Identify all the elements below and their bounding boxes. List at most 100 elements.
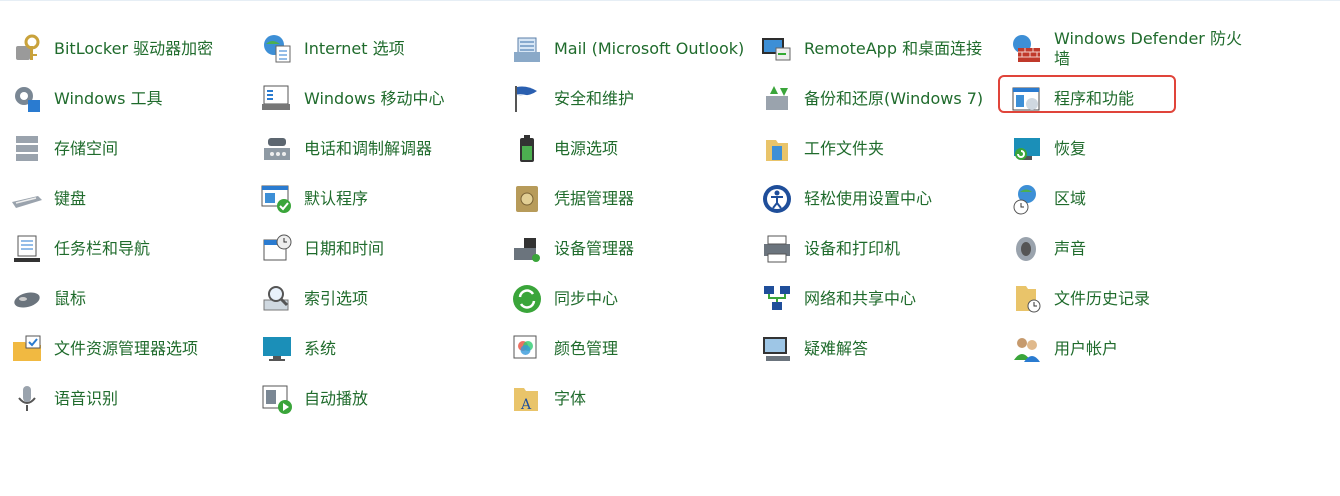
cp-item-label[interactable]: 默认程序 — [304, 189, 368, 209]
windows-tools-icon — [8, 80, 46, 118]
fonts-icon: A — [508, 380, 546, 418]
users-icon — [1008, 330, 1046, 368]
cp-item-label[interactable]: 网络和共享中心 — [804, 289, 916, 309]
cp-item-label[interactable]: 文件历史记录 — [1054, 289, 1150, 309]
cp-item-label[interactable]: 任务栏和导航 — [54, 239, 150, 259]
region-globe-icon — [1008, 180, 1046, 218]
cp-item-autoplay[interactable]: 自动播放 — [258, 374, 508, 424]
cp-item-mouse[interactable]: 鼠标 — [8, 274, 258, 324]
taskbar-icon — [8, 230, 46, 268]
cp-item-windows-tools[interactable]: Windows 工具 — [8, 74, 258, 124]
cp-item-system[interactable]: 系统 — [258, 324, 508, 374]
cp-item-label[interactable]: 字体 — [554, 389, 586, 409]
cp-item-label[interactable]: 备份和还原(Windows 7) — [804, 89, 983, 109]
cp-item-label[interactable]: 电话和调制解调器 — [304, 139, 432, 159]
top-border — [0, 0, 1340, 1]
cp-item-file-history[interactable]: 文件历史记录 — [1008, 274, 1268, 324]
cp-item-label[interactable]: 轻松使用设置中心 — [804, 189, 932, 209]
cp-item-label[interactable]: Windows 工具 — [54, 89, 163, 109]
mouse-icon — [8, 280, 46, 318]
ease-of-access-icon — [758, 180, 796, 218]
cp-item-security-maintenance[interactable]: 安全和维护 — [508, 74, 758, 124]
cp-item-label[interactable]: BitLocker 驱动器加密 — [54, 39, 213, 59]
cp-item-label[interactable]: 安全和维护 — [554, 89, 634, 109]
cp-item-fonts[interactable]: A 字体 — [508, 374, 758, 424]
autoplay-icon — [258, 380, 296, 418]
cp-item-storage-spaces[interactable]: 存储空间 — [8, 124, 258, 174]
cp-item-label[interactable]: Windows 移动中心 — [304, 89, 445, 109]
monitor-icon — [258, 330, 296, 368]
cp-item-label[interactable]: 存储空间 — [54, 139, 118, 159]
cp-item-label[interactable]: 凭据管理器 — [554, 189, 634, 209]
cp-item-ease-of-access[interactable]: 轻松使用设置中心 — [758, 174, 1008, 224]
backup-restore-icon — [758, 80, 796, 118]
cp-item-device-manager[interactable]: 设备管理器 — [508, 224, 758, 274]
cp-item-label[interactable]: 系统 — [304, 339, 336, 359]
cp-item-internet-options[interactable]: Internet 选项 — [258, 24, 508, 74]
svg-text:A: A — [520, 397, 532, 413]
cp-item-sound[interactable]: 声音 — [1008, 224, 1268, 274]
cp-item-color-management[interactable]: 颜色管理 — [508, 324, 758, 374]
cp-item-label[interactable]: 同步中心 — [554, 289, 618, 309]
cp-item-user-accounts[interactable]: 用户帐户 — [1008, 324, 1268, 374]
cp-item-label[interactable]: 程序和功能 — [1054, 89, 1134, 109]
cp-item-label[interactable]: 自动播放 — [304, 389, 368, 409]
cp-item-mail[interactable]: Mail (Microsoft Outlook) — [508, 24, 758, 74]
cp-item-sync-center[interactable]: 同步中心 — [508, 274, 758, 324]
mobility-center-icon — [258, 80, 296, 118]
cp-item-work-folders[interactable]: 工作文件夹 — [758, 124, 1008, 174]
cp-item-default-programs[interactable]: 默认程序 — [258, 174, 508, 224]
cp-item-date-time[interactable]: 日期和时间 — [258, 224, 508, 274]
cp-item-label[interactable]: 恢复 — [1054, 139, 1086, 159]
printer-icon — [758, 230, 796, 268]
folder-check-icon — [8, 330, 46, 368]
cp-item-backup-restore[interactable]: 备份和还原(Windows 7) — [758, 74, 1008, 124]
cp-item-label[interactable]: 声音 — [1054, 239, 1086, 259]
cp-item-label[interactable]: 设备和打印机 — [804, 239, 900, 259]
cp-item-label[interactable]: Mail (Microsoft Outlook) — [554, 39, 744, 59]
cp-item-windows-defender-firewall[interactable]: Windows Defender 防火墙 — [1008, 24, 1268, 74]
microphone-icon — [8, 380, 46, 418]
cp-item-recovery[interactable]: 恢复 — [1008, 124, 1268, 174]
cp-item-label[interactable]: 颜色管理 — [554, 339, 618, 359]
phone-modem-icon — [258, 130, 296, 168]
cp-item-label[interactable]: 设备管理器 — [554, 239, 634, 259]
network-icon — [758, 280, 796, 318]
cp-item-taskbar-navigation[interactable]: 任务栏和导航 — [8, 224, 258, 274]
cp-item-devices-printers[interactable]: 设备和打印机 — [758, 224, 1008, 274]
cp-item-label[interactable]: 用户帐户 — [1054, 339, 1118, 359]
cp-item-label[interactable]: 鼠标 — [54, 289, 86, 309]
magnifier-icon — [258, 280, 296, 318]
cp-item-bitlocker[interactable]: BitLocker 驱动器加密 — [8, 24, 258, 74]
cp-item-remoteapp[interactable]: RemoteApp 和桌面连接 — [758, 24, 1008, 74]
cp-item-network-sharing-center[interactable]: 网络和共享中心 — [758, 274, 1008, 324]
storage-spaces-icon — [8, 130, 46, 168]
programs-features-icon — [1008, 80, 1046, 118]
cp-item-file-explorer-options[interactable]: 文件资源管理器选项 — [8, 324, 258, 374]
recovery-icon — [1008, 130, 1046, 168]
cp-item-indexing-options[interactable]: 索引选项 — [258, 274, 508, 324]
cp-item-phone-modem[interactable]: 电话和调制解调器 — [258, 124, 508, 174]
cp-item-label[interactable]: 日期和时间 — [304, 239, 384, 259]
cp-item-troubleshooting[interactable]: 疑难解答 — [758, 324, 1008, 374]
cp-item-label[interactable]: 索引选项 — [304, 289, 368, 309]
cp-item-label[interactable]: 语音识别 — [54, 389, 118, 409]
cp-item-label[interactable]: 工作文件夹 — [804, 139, 884, 159]
cp-item-speech-recognition[interactable]: 语音识别 — [8, 374, 258, 424]
cp-item-label[interactable]: 电源选项 — [554, 139, 618, 159]
cp-item-label[interactable]: 疑难解答 — [804, 339, 868, 359]
cp-item-label[interactable]: RemoteApp 和桌面连接 — [804, 39, 982, 59]
cp-item-region[interactable]: 区域 — [1008, 174, 1268, 224]
credential-safe-icon — [508, 180, 546, 218]
cp-item-label[interactable]: 文件资源管理器选项 — [54, 339, 198, 359]
cp-item-windows-mobility-center[interactable]: Windows 移动中心 — [258, 74, 508, 124]
cp-item-label[interactable]: Windows Defender 防火墙 — [1054, 29, 1254, 69]
bitlocker-key-icon — [8, 30, 46, 68]
cp-item-label[interactable]: Internet 选项 — [304, 39, 405, 59]
cp-item-power-options[interactable]: 电源选项 — [508, 124, 758, 174]
cp-item-programs-features[interactable]: 程序和功能 — [1008, 74, 1268, 124]
cp-item-keyboard[interactable]: 键盘 — [8, 174, 258, 224]
cp-item-label[interactable]: 键盘 — [54, 189, 86, 209]
cp-item-credential-manager[interactable]: 凭据管理器 — [508, 174, 758, 224]
cp-item-label[interactable]: 区域 — [1054, 189, 1086, 209]
